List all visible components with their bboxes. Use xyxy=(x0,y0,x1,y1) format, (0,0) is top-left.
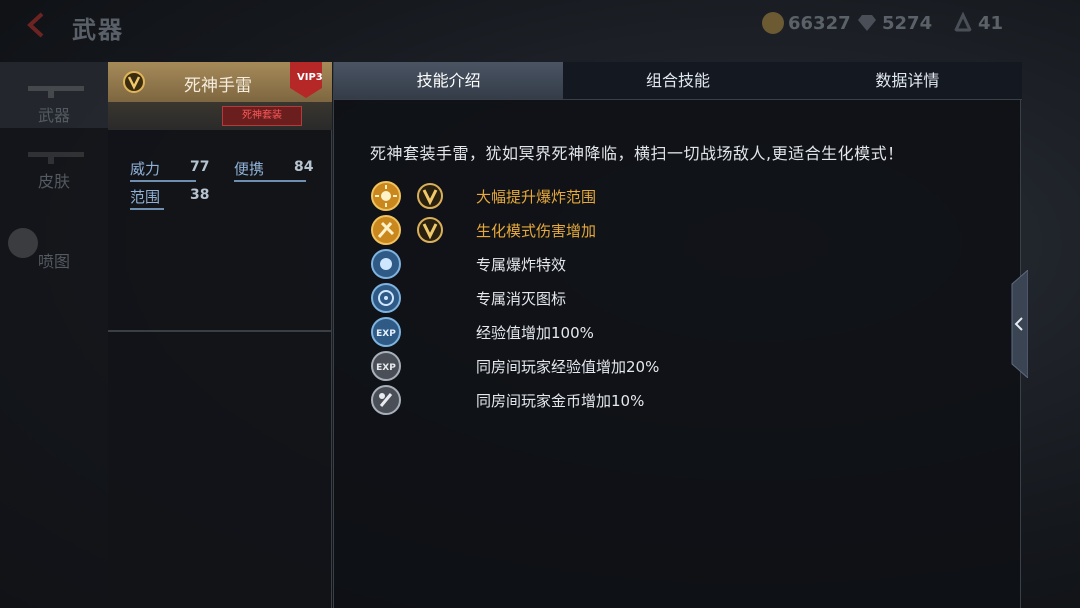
nav-item-skin[interactable]: 皮肤 xyxy=(0,128,108,194)
stat-range-bar xyxy=(130,208,164,210)
gold-balance: 66327 xyxy=(762,12,851,34)
stat-range-label: 范围 xyxy=(130,188,161,206)
weapon-info-panel: 死神手雷 VIP3 死神套装 威力 77 便携 84 范围 38 xyxy=(108,62,332,608)
top-bar: 武器 66327 5274 41 xyxy=(0,0,1080,50)
nav-label: 武器 xyxy=(38,106,71,125)
stat-power-value: 77 xyxy=(190,159,210,175)
explosion-effect-icon xyxy=(371,249,401,279)
skill-row: 专属爆炸特效 xyxy=(370,248,970,280)
tab-skill-intro[interactable]: 技能介绍 xyxy=(334,62,564,100)
nav-item-spray[interactable]: 喷图 xyxy=(0,208,108,274)
stat-power-bar xyxy=(130,180,196,182)
tab-data-details[interactable]: 数据详情 xyxy=(792,62,1022,100)
weapon-description: 死神套装手雷，犹如冥界死神降临，横扫一切战场敌人,更适合生化模式！ xyxy=(370,144,904,163)
rifle-icon xyxy=(28,152,84,164)
vip-v-badge-icon xyxy=(417,183,443,209)
panel-divider xyxy=(108,330,332,332)
skill-row: EXP 经验值增加100% xyxy=(370,316,970,348)
points-icon xyxy=(953,12,973,32)
diamond-icon xyxy=(858,15,876,31)
page-title: 武器 xyxy=(72,16,124,44)
detail-panel: 技能介绍 组合技能 数据详情 死神套装手雷，犹如冥界死神降临，横扫一切战场敌人,… xyxy=(333,62,1022,608)
vip-v-badge-icon xyxy=(123,71,145,93)
points-amount: 41 xyxy=(978,12,1004,34)
skill-row: EXP 同房间玩家经验值增加20% xyxy=(370,350,970,382)
kill-icon-icon xyxy=(371,283,401,313)
stat-range-value: 38 xyxy=(190,187,210,203)
skill-text: 专属消灭图标 xyxy=(476,290,567,308)
gold-amount: 66327 xyxy=(788,12,851,34)
svg-text:EXP: EXP xyxy=(376,363,396,373)
stat-portable-label: 便携 xyxy=(234,160,265,178)
skill-text: 生化模式伤害增加 xyxy=(476,222,597,240)
skill-text: 大幅提升爆炸范围 xyxy=(476,188,597,206)
set-badge: 死神套装 xyxy=(222,106,302,126)
spray-lion-icon xyxy=(8,228,38,258)
diamond-balance: 5274 xyxy=(856,12,932,34)
tab-combo-skill[interactable]: 组合技能 xyxy=(563,62,793,100)
room-coin-icon xyxy=(371,385,401,415)
skill-text: 经验值增加100% xyxy=(476,324,594,342)
room-exp-icon: EXP xyxy=(371,351,401,381)
nav-label: 喷图 xyxy=(38,252,71,271)
vip-level: VIP3 xyxy=(297,72,323,83)
explosion-range-icon xyxy=(371,181,401,211)
rifle-icon xyxy=(28,86,84,98)
stat-portable-value: 84 xyxy=(294,159,314,175)
weapon-name: 死神手雷 xyxy=(184,76,252,96)
skill-row: 专属消灭图标 xyxy=(370,282,970,314)
skill-row: 生化模式伤害增加 xyxy=(370,214,970,246)
exp-icon: EXP xyxy=(371,317,401,347)
gold-coin-icon xyxy=(762,12,784,34)
collapse-panel-handle[interactable] xyxy=(1004,270,1028,378)
skill-row: 同房间玩家金币增加10% xyxy=(370,384,970,416)
skill-text: 同房间玩家经验值增加20% xyxy=(476,358,660,376)
skill-row: 大幅提升爆炸范围 xyxy=(370,180,970,212)
tab-bar: 技能介绍 组合技能 数据详情 xyxy=(334,62,1022,100)
diamond-amount: 5274 xyxy=(882,12,933,34)
skill-text: 同房间玩家金币增加10% xyxy=(476,392,645,410)
nav-label: 皮肤 xyxy=(38,172,71,191)
skill-text: 专属爆炸特效 xyxy=(476,256,567,274)
biohazard-damage-icon xyxy=(371,215,401,245)
left-nav: 武器 皮肤 喷图 xyxy=(0,62,108,608)
weapon-header: 死神手雷 VIP3 xyxy=(108,62,332,102)
nav-item-weapon[interactable]: 武器 xyxy=(0,62,108,128)
stat-power-label: 威力 xyxy=(130,160,161,178)
stat-portable-bar xyxy=(234,180,306,182)
svg-text:EXP: EXP xyxy=(376,329,396,339)
points-balance: 41 xyxy=(952,12,1003,34)
back-arrow-icon[interactable] xyxy=(22,10,52,40)
vip-v-badge-icon xyxy=(417,217,443,243)
